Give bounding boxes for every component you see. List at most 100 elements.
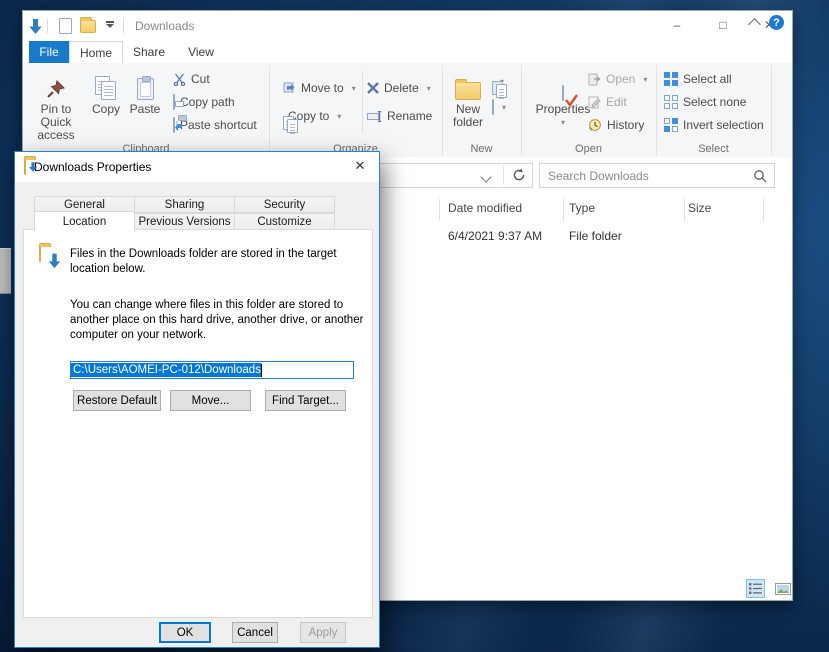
history-label: History bbox=[607, 118, 645, 132]
column-header-size[interactable]: Size bbox=[688, 196, 711, 219]
thumbnail-view-icon bbox=[774, 582, 791, 595]
pin-icon bbox=[45, 66, 67, 100]
tab-home[interactable]: Home bbox=[69, 41, 123, 63]
new-folder-label: New folder bbox=[452, 102, 484, 129]
tab-file[interactable]: File bbox=[29, 41, 69, 63]
group-organize: Move to Copy to Delete Rename bbox=[269, 63, 442, 157]
location-change-text: You can change where files in this folde… bbox=[70, 299, 364, 341]
select-all-label: Select all bbox=[683, 72, 732, 86]
cut-icon bbox=[173, 73, 186, 86]
paste-label: Paste bbox=[129, 102, 161, 116]
cut-label: Cut bbox=[191, 72, 210, 86]
move-button[interactable]: Move... bbox=[170, 390, 251, 411]
location-path-input[interactable]: C:\Users\AOMEI-PC-012\Downloads bbox=[70, 361, 354, 379]
select-none-icon bbox=[664, 95, 678, 109]
details-view-button[interactable] bbox=[746, 579, 765, 598]
copy-path-label: Copy path bbox=[180, 95, 235, 109]
open-icon bbox=[588, 73, 601, 86]
pin-to-quick-access-button[interactable]: Pin to Quick access bbox=[25, 66, 87, 142]
minimize-button[interactable]: – bbox=[654, 11, 700, 39]
properties-button[interactable]: Properties ▾ bbox=[536, 66, 590, 129]
dialog-titlebar: Downloads Properties ✕ bbox=[15, 152, 379, 182]
titlebar-separator bbox=[47, 19, 48, 33]
group-label-open: Open bbox=[575, 143, 602, 155]
invert-selection-button[interactable]: Invert selection bbox=[664, 115, 764, 135]
paste-icon bbox=[136, 66, 154, 100]
invert-selection-icon bbox=[664, 118, 678, 132]
group-select: Select all Select none Invert selection … bbox=[656, 63, 771, 157]
downloads-properties-dialog: Downloads Properties ✕ General Sharing S… bbox=[14, 151, 380, 648]
path-selected-text: C:\Users\AOMEI-PC-012\Downloads bbox=[71, 363, 261, 377]
qat-new-folder-icon[interactable] bbox=[80, 16, 96, 33]
paste-button[interactable]: Paste bbox=[127, 66, 163, 116]
properties-dropdown-icon: ▾ bbox=[560, 118, 565, 127]
apply-button[interactable]: Apply bbox=[300, 622, 346, 643]
dialog-close-icon[interactable]: ✕ bbox=[345, 154, 375, 178]
location-info-text: Files in the Downloads folder are stored… bbox=[70, 248, 337, 275]
history-button[interactable]: History bbox=[588, 115, 644, 135]
dialog-title: Downloads Properties bbox=[34, 160, 152, 174]
group-clipboard: Pin to Quick access Copy Paste Cut Copy … bbox=[23, 63, 269, 157]
delete-button[interactable]: Delete bbox=[367, 78, 431, 98]
delete-icon bbox=[367, 82, 379, 94]
search-icon[interactable] bbox=[753, 169, 767, 183]
paste-shortcut-label: Paste shortcut bbox=[180, 118, 257, 132]
qat-customize-dropdown-icon[interactable] bbox=[102, 21, 114, 28]
group-open: Properties ▾ Open Edit bbox=[521, 63, 656, 157]
refresh-icon[interactable] bbox=[511, 167, 527, 183]
downloads-folder-icon bbox=[24, 159, 37, 175]
qat-properties-icon[interactable] bbox=[59, 18, 72, 34]
tab-share[interactable]: Share bbox=[123, 41, 175, 63]
maximize-button[interactable]: □ bbox=[700, 11, 746, 39]
properties-icon bbox=[562, 66, 578, 106]
copy-button[interactable]: Copy bbox=[89, 66, 123, 116]
tab-location[interactable]: Location bbox=[34, 211, 135, 232]
tab-view[interactable]: View bbox=[175, 41, 227, 63]
copy-path-icon bbox=[173, 94, 184, 110]
rename-button[interactable]: Rename bbox=[367, 106, 432, 126]
delete-label: Delete bbox=[384, 81, 419, 95]
thumbnail-view-button[interactable] bbox=[773, 579, 792, 598]
address-dropdown-icon[interactable] bbox=[480, 171, 492, 183]
select-all-button[interactable]: Select all bbox=[664, 69, 732, 89]
copy-to-button[interactable]: Copy to bbox=[283, 106, 341, 134]
text-caret bbox=[260, 363, 262, 377]
open-button: Open bbox=[588, 69, 647, 89]
paste-shortcut-button[interactable]: Paste shortcut bbox=[173, 115, 257, 135]
cancel-button[interactable]: Cancel bbox=[232, 622, 278, 643]
easy-access-button[interactable] bbox=[492, 97, 506, 117]
restore-default-button[interactable]: Restore Default bbox=[73, 390, 161, 411]
move-to-button[interactable]: Move to bbox=[283, 78, 356, 98]
column-header-type[interactable]: Type bbox=[569, 196, 595, 219]
ok-button[interactable]: OK bbox=[159, 622, 211, 643]
help-icon[interactable]: ? bbox=[769, 15, 784, 30]
paste-shortcut-icon bbox=[173, 117, 182, 133]
move-to-label: Move to bbox=[301, 81, 344, 95]
details-view-icon bbox=[749, 583, 762, 594]
downloads-folder-large-icon bbox=[39, 246, 61, 269]
explorer-titlebar: Downloads – □ ✕ bbox=[23, 11, 792, 41]
tab-security[interactable]: Security bbox=[234, 196, 335, 213]
cut-button[interactable]: Cut bbox=[173, 69, 210, 89]
collapse-ribbon-icon[interactable] bbox=[748, 18, 761, 31]
open-label: Open bbox=[606, 72, 636, 86]
search-box[interactable] bbox=[539, 163, 775, 188]
copy-icon bbox=[95, 66, 117, 100]
address-divider bbox=[503, 166, 504, 185]
select-none-button[interactable]: Select none bbox=[664, 92, 746, 112]
column-header-date-modified[interactable]: Date modified bbox=[448, 196, 522, 219]
desktop-edge-artifact bbox=[0, 248, 11, 294]
search-input[interactable] bbox=[540, 168, 753, 183]
move-to-icon bbox=[283, 82, 296, 94]
edit-button: Edit bbox=[588, 92, 627, 112]
new-folder-button[interactable]: New folder bbox=[447, 66, 489, 129]
easy-access-icon bbox=[492, 99, 494, 115]
tab-sharing[interactable]: Sharing bbox=[134, 196, 235, 213]
copy-path-button[interactable]: Copy path bbox=[173, 92, 235, 112]
rename-icon bbox=[367, 110, 382, 122]
find-target-button[interactable]: Find Target... bbox=[265, 390, 346, 411]
file-type: File folder bbox=[569, 229, 622, 243]
file-date-modified: 6/4/2021 9:37 AM bbox=[448, 229, 543, 243]
copy-label: Copy bbox=[91, 102, 120, 116]
new-item-button[interactable] bbox=[492, 71, 507, 99]
